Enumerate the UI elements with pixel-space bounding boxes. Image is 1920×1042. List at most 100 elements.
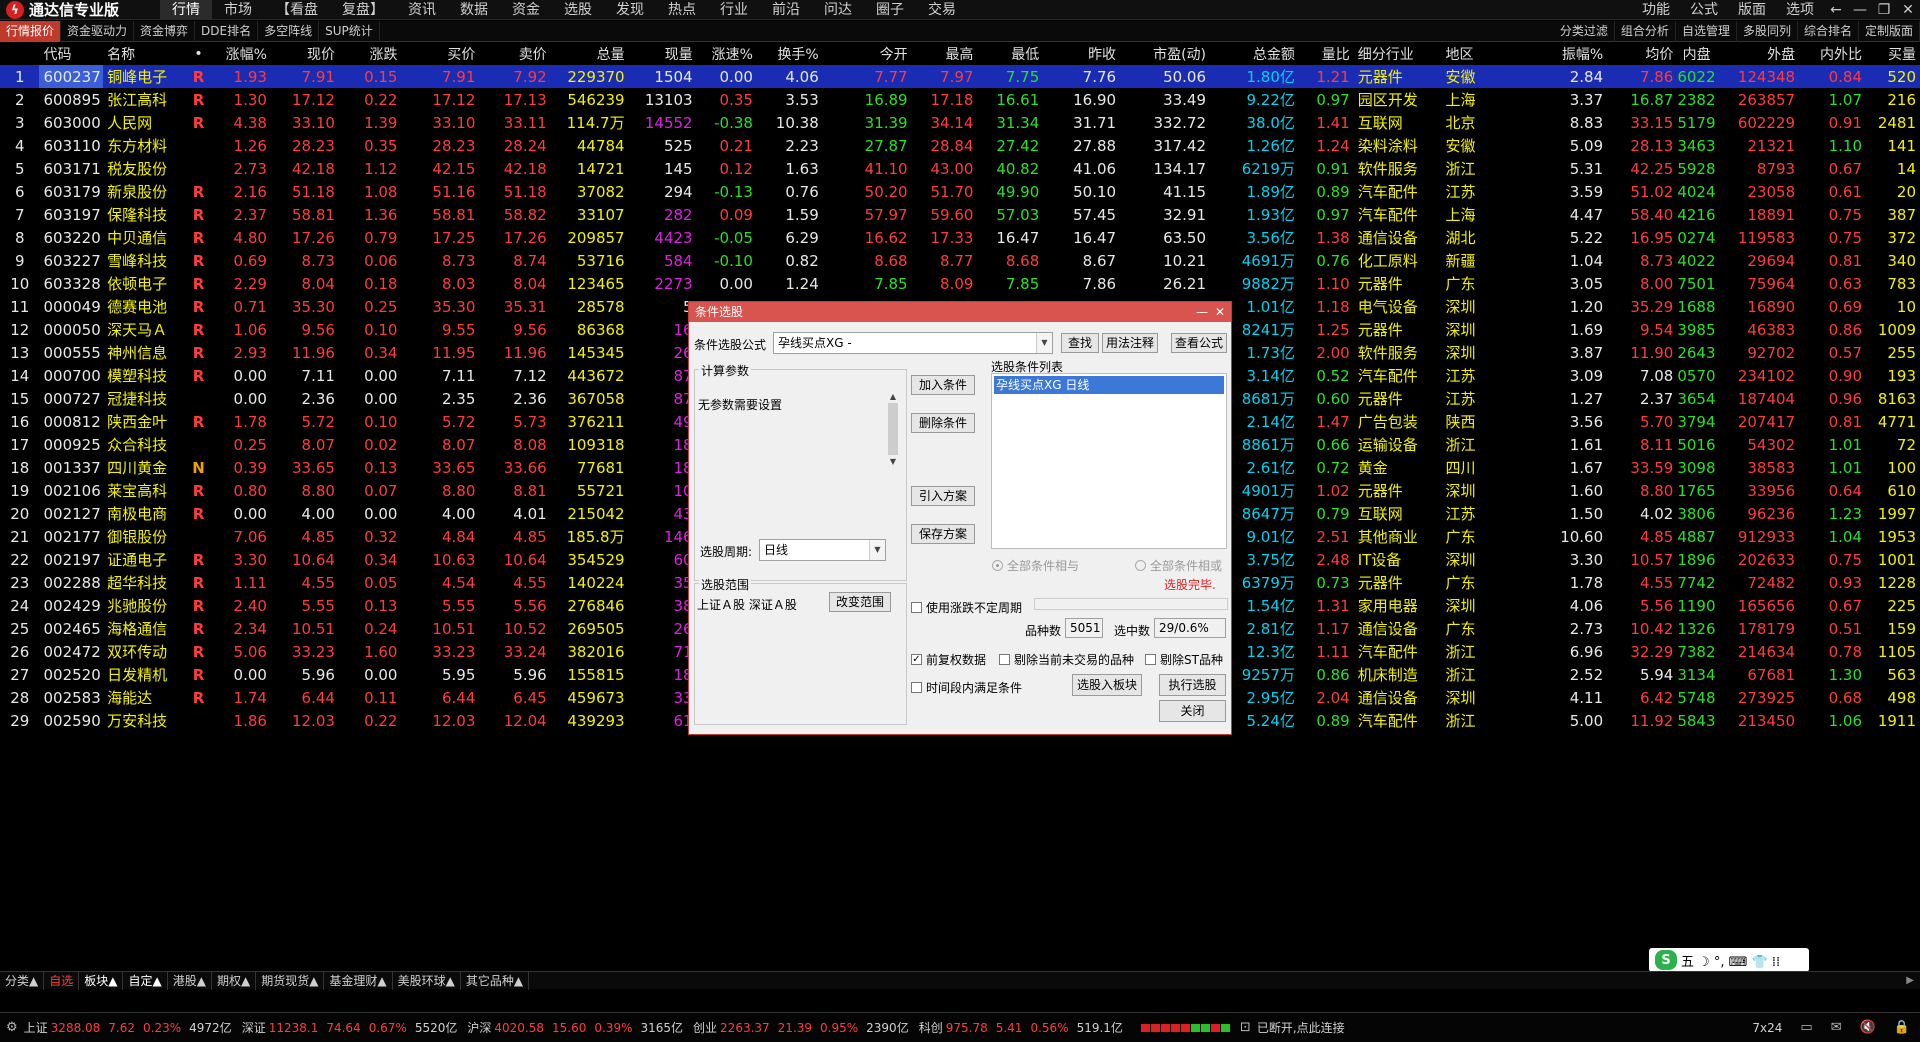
scroll-right-icon[interactable]: ▶ <box>1906 975 1920 986</box>
radio-all-and[interactable]: 全部条件相与 <box>992 557 1079 574</box>
menu-item[interactable]: 发现 <box>604 0 656 20</box>
subbar-right-button[interactable]: 自选管理 <box>1676 20 1737 42</box>
subbar-tab[interactable]: 资金博弈 <box>134 20 196 42</box>
category-tab[interactable]: 分类▲ <box>0 971 45 990</box>
menu-item[interactable]: 复盘】 <box>330 0 396 20</box>
message-icon[interactable]: ✉ <box>1831 1020 1842 1035</box>
column-header[interactable]: 名称 <box>103 43 186 65</box>
column-header[interactable]: 涨幅% <box>211 43 271 65</box>
menu-item[interactable]: 【看盘 <box>264 0 330 20</box>
menu-item[interactable]: 前沿 <box>760 0 812 20</box>
table-row[interactable]: 7 603197 保隆科技 R 2.37 58.81 1.36 58.81 58.82 33107… <box>0 203 1920 226</box>
subbar-tab[interactable]: DDE排名 <box>195 20 259 42</box>
radio-icon[interactable] <box>1135 560 1146 571</box>
radio-all-or[interactable]: 全部条件相或 <box>1135 557 1222 574</box>
chevron-down-icon[interactable]: ▼ <box>1036 333 1052 353</box>
category-tab[interactable]: 自定▲ <box>123 971 168 990</box>
subbar-right-button[interactable]: 综合排名 <box>1798 20 1859 42</box>
column-header[interactable]: 现价 <box>271 43 339 65</box>
category-tab[interactable]: 期权▲ <box>212 971 257 990</box>
mute-icon[interactable]: 🔇 <box>1860 1020 1876 1035</box>
subbar-right-button[interactable]: 分类过滤 <box>1554 20 1615 42</box>
column-header[interactable]: 现量 <box>629 43 697 65</box>
period-select[interactable]: 日线 ▼ <box>759 539 886 561</box>
connection-status[interactable]: 已断开,点此连接 <box>1257 1019 1345 1036</box>
menu-item[interactable]: 资金 <box>500 0 552 20</box>
column-header[interactable]: 细分行业 <box>1354 43 1442 65</box>
chk-adjust[interactable]: ✓ 前复权数据 <box>911 651 986 668</box>
checkbox-checked-icon[interactable]: ✓ <box>911 654 922 665</box>
subbar-tab[interactable]: 多空阵线 <box>258 20 320 42</box>
table-row[interactable]: 6 603179 新泉股份 R 2.16 51.18 1.08 51.16 51.18 37082… <box>0 180 1920 203</box>
chk-time[interactable]: 时间段内满足条件 <box>911 679 1022 696</box>
column-header[interactable]: 代码 <box>39 43 103 65</box>
subbar-tab[interactable]: 资金驱动力 <box>61 20 135 42</box>
column-header[interactable]: 买量 <box>1866 43 1920 65</box>
table-row[interactable]: 1 600237 铜峰电子 R 1.93 7.91 0.15 7.91 7.92 229370 15… <box>0 65 1920 88</box>
checkbox-icon[interactable] <box>911 602 922 613</box>
dialog-close-icon[interactable]: ✕ <box>1211 302 1229 322</box>
scroll-up-icon[interactable]: ▲ <box>886 392 900 401</box>
condition-list[interactable]: 孕线买点XG 日线 <box>991 373 1227 549</box>
close-icon[interactable]: ✕ <box>1896 2 1920 18</box>
right-menu-item[interactable]: 版面 <box>1728 0 1776 20</box>
radio-icon[interactable] <box>992 560 1003 571</box>
table-row[interactable]: 9 603227 雪峰科技 R 0.69 8.73 0.06 8.73 8.74 53716 584… <box>0 249 1920 272</box>
column-header[interactable]: 最低 <box>977 43 1043 65</box>
table-row[interactable]: 8 603220 中贝通信 R 4.80 17.26 0.79 17.25 17.26 20985… <box>0 226 1920 249</box>
table-row[interactable]: 2 600895 张江高科 R 1.30 17.12 0.22 17.12 17.13 54623… <box>0 88 1920 111</box>
dialog-titlebar[interactable]: 条件选股 — ✕ <box>689 302 1231 322</box>
chk-exclude-st[interactable]: 剔除ST品种 <box>1145 651 1223 668</box>
column-header[interactable] <box>0 43 39 65</box>
category-tab[interactable]: 期货现货▲ <box>256 971 325 990</box>
menu-item[interactable]: 圈子 <box>864 0 916 20</box>
chevron-down-icon[interactable]: ▼ <box>869 540 885 560</box>
menu-item[interactable]: 选股 <box>552 0 604 20</box>
chk-exclude-untraded[interactable]: 剔除当前未交易的品种 <box>999 651 1134 668</box>
subbar-tab[interactable]: SUP统计 <box>319 20 380 42</box>
category-tab[interactable]: 其它品种▲ <box>461 971 530 990</box>
column-header[interactable]: 涨速% <box>697 43 757 65</box>
menu-item[interactable]: 数据 <box>448 0 500 20</box>
column-header[interactable]: 买价 <box>401 43 479 65</box>
chk-period[interactable]: 使用涨跌不定周期 <box>911 599 1022 616</box>
lock-icon[interactable]: 🔒 <box>1894 1020 1910 1035</box>
column-header[interactable]: 总金额 <box>1210 43 1299 65</box>
change-range-button[interactable]: 改变范围 <box>829 592 891 612</box>
subbar-right-button[interactable]: 组合分析 <box>1615 20 1676 42</box>
ime-toolbar[interactable]: S 五 ☽ °, ⌨ 👕 ⁞⁞ <box>1649 948 1809 972</box>
table-row[interactable]: 4 603110 东方材料 1.26 28.23 0.35 28.23 28.24 44784 5… <box>0 134 1920 157</box>
column-header[interactable]: 地区 <box>1441 43 1516 65</box>
checkbox-icon[interactable] <box>1145 654 1156 665</box>
formula-select[interactable]: 孕线买点XG - ▼ <box>773 332 1053 354</box>
column-header[interactable]: 市盈(动) <box>1120 43 1210 65</box>
find-button[interactable]: 查找 <box>1061 333 1099 353</box>
usage-button[interactable]: 用法注释 <box>1102 333 1158 353</box>
menu-item[interactable]: 市场 <box>212 0 264 20</box>
save-plan-button[interactable]: 保存方案 <box>911 524 975 544</box>
menu-item[interactable]: 资讯 <box>396 0 448 20</box>
column-header[interactable]: 换手% <box>757 43 823 65</box>
right-menu-item[interactable]: 公式 <box>1680 0 1728 20</box>
column-header[interactable]: 今开 <box>823 43 912 65</box>
column-header[interactable]: 量比 <box>1299 43 1354 65</box>
params-scrollbar[interactable]: ▲ ▼ <box>886 392 900 472</box>
right-menu-item[interactable]: 功能 <box>1632 0 1680 20</box>
to-block-button[interactable]: 选股入板块 <box>1072 674 1142 696</box>
menu-item[interactable]: 交易 <box>916 0 968 20</box>
category-tab[interactable]: 基金理财▲ <box>324 971 393 990</box>
news-7x24[interactable]: 7x24 <box>1752 1021 1782 1035</box>
table-row[interactable]: 10 603328 依顿电子 R 2.29 8.04 0.18 8.03 8.04 123465 2… <box>0 272 1920 295</box>
subbar-right-button[interactable]: 多股同列 <box>1737 20 1798 42</box>
table-row[interactable]: 3 603000 人民网 R 4.38 33.10 1.39 33.10 33.11 114.7万… <box>0 111 1920 134</box>
table-row[interactable]: 5 603171 税友股份 2.73 42.18 1.12 42.15 42.18 14721 1… <box>0 157 1920 180</box>
column-header[interactable]: 内盘 <box>1677 43 1714 65</box>
menu-item[interactable]: 问达 <box>812 0 864 20</box>
settings-icon[interactable]: ⚙ <box>6 1020 18 1035</box>
view-formula-button[interactable]: 查看公式 <box>1171 333 1227 353</box>
category-tab[interactable]: 板块▲ <box>79 971 124 990</box>
column-header[interactable]: 最高 <box>912 43 978 65</box>
monitor-icon[interactable]: ▭ <box>1800 1020 1812 1035</box>
column-header[interactable]: 涨跌 <box>339 43 402 65</box>
dialog-minimize-icon[interactable]: — <box>1193 302 1211 322</box>
